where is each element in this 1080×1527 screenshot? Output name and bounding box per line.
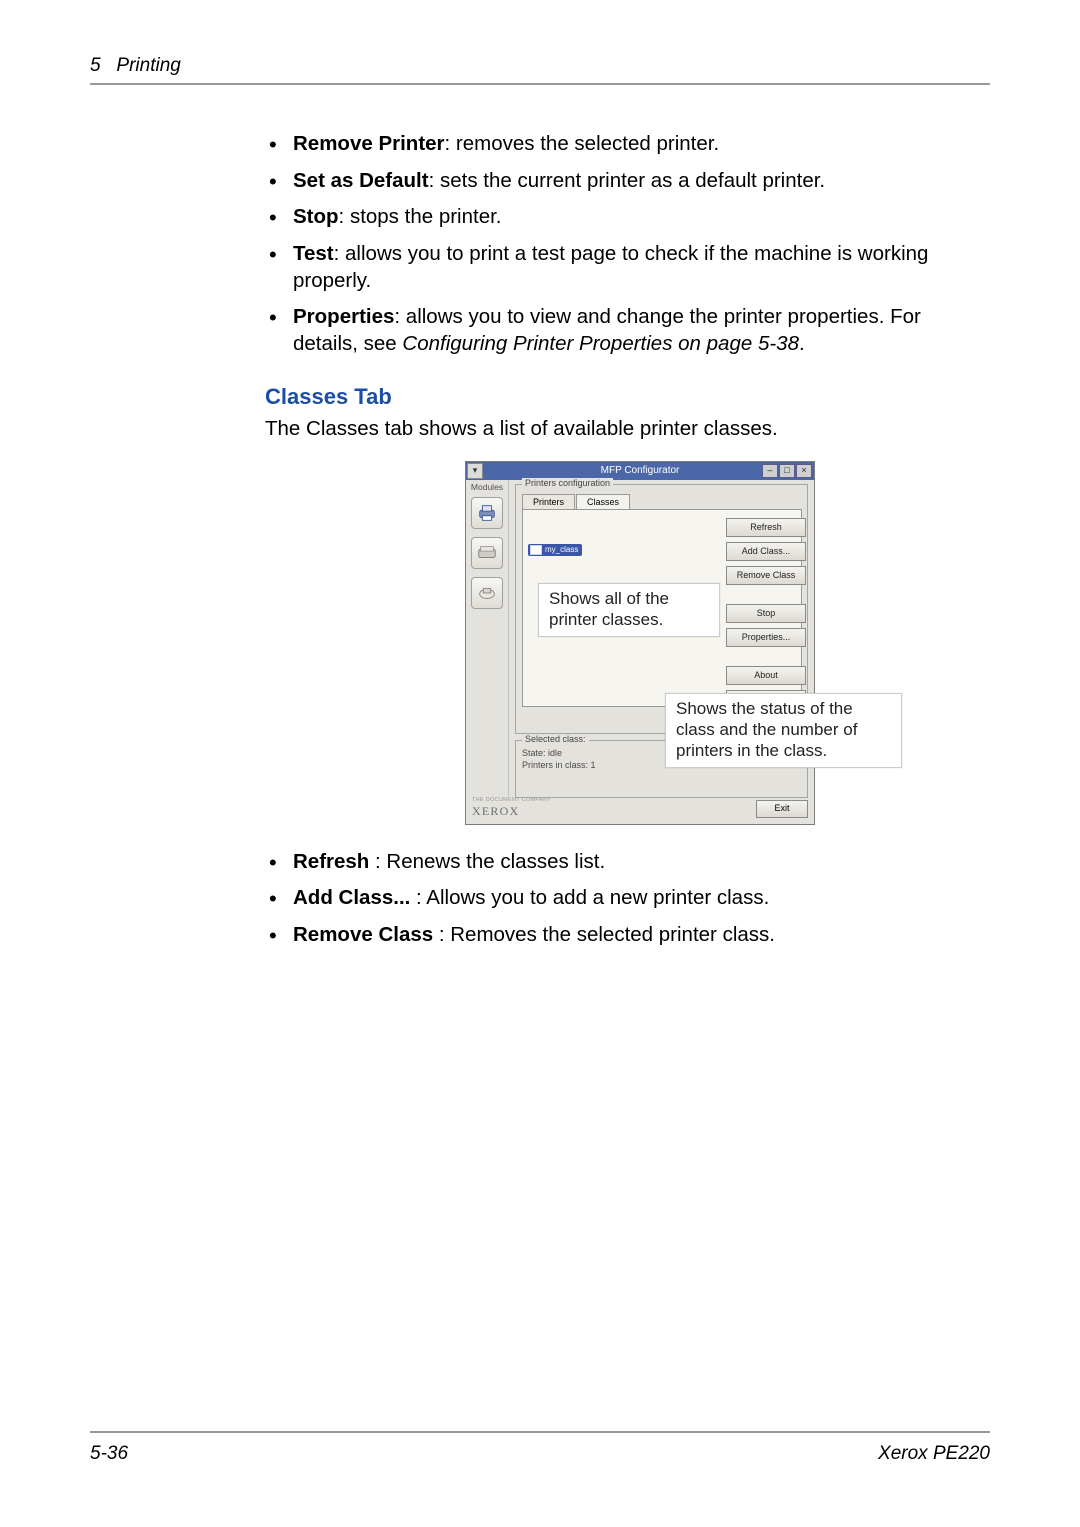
bullet-remove-printer: Remove Printer: removes the selected pri… xyxy=(293,131,990,158)
bullet-stop: Stop: stops the printer. xyxy=(293,204,990,231)
bullet-label: Add Class... xyxy=(293,886,416,909)
class-item-label: my_class xyxy=(545,545,578,555)
state-value: idle xyxy=(548,748,562,758)
stop-button[interactable]: Stop xyxy=(726,604,806,623)
bullet-text: : Removes the selected printer class. xyxy=(439,923,775,946)
page-header: 5 Printing xyxy=(90,55,990,85)
bullet-text: : allows you to print a test page to che… xyxy=(293,242,928,292)
chapter-number: 5 xyxy=(90,55,101,76)
footer-page-number: 5-36 xyxy=(90,1443,128,1465)
module-ports-icon[interactable] xyxy=(471,577,503,609)
modules-sidebar: Modules xyxy=(466,480,509,796)
page-content: Remove Printer: removes the selected pri… xyxy=(265,131,990,949)
bullet-label: Test xyxy=(293,242,334,265)
count-value: 1 xyxy=(591,760,596,770)
window-controls: – □ × xyxy=(762,464,812,478)
tab-printers[interactable]: Printers xyxy=(522,494,575,510)
bullet-refresh: Refresh : Renews the classes list. xyxy=(293,849,990,876)
bullet-properties: Properties: allows you to view and chang… xyxy=(293,304,990,357)
page-footer: 5-36 Xerox PE220 xyxy=(90,1431,990,1465)
refresh-button[interactable]: Refresh xyxy=(726,518,806,537)
window-title: MFP Configurator xyxy=(601,465,680,476)
bullet-label: Stop xyxy=(293,205,339,228)
tab-classes[interactable]: Classes xyxy=(576,494,630,510)
window-close-icon[interactable]: × xyxy=(796,464,812,478)
cross-ref: Configuring Printer Properties on page 5… xyxy=(402,332,799,355)
bullet-label: Refresh xyxy=(293,850,375,873)
class-list-item[interactable]: my_class xyxy=(528,544,582,556)
chapter-title: Printing xyxy=(116,55,180,76)
module-printers-icon[interactable] xyxy=(471,497,503,529)
bullet-text: : Allows you to add a new printer class. xyxy=(416,886,769,909)
configurator-figure: ▾ MFP Configurator – □ × Modules xyxy=(465,461,897,825)
mfp-configurator-window: ▾ MFP Configurator – □ × Modules xyxy=(465,461,815,825)
footer-product: Xerox PE220 xyxy=(878,1443,990,1465)
bullet-label: Remove Printer xyxy=(293,132,445,155)
right-button-column: Refresh Add Class... Remove Class Stop P… xyxy=(726,518,806,714)
brand-logo: XEROX xyxy=(472,804,551,820)
top-bullet-list: Remove Printer: removes the selected pri… xyxy=(265,131,990,357)
printer-glyph-icon xyxy=(530,545,542,555)
about-button[interactable]: About xyxy=(726,666,806,685)
bullet-set-as-default: Set as Default: sets the current printer… xyxy=(293,168,990,195)
brand-tagline: THE DOCUMENT COMPANY xyxy=(472,797,551,804)
section-intro: The Classes tab shows a list of availabl… xyxy=(265,416,990,443)
document-page: 5 Printing Remove Printer: removes the s… xyxy=(0,0,1080,1527)
bullet-label: Set as Default xyxy=(293,169,429,192)
group-legend: Printers configuration xyxy=(522,478,613,490)
modules-label: Modules xyxy=(466,482,508,493)
window-maximize-icon[interactable]: □ xyxy=(779,464,795,478)
window-menu-icon[interactable]: ▾ xyxy=(467,463,483,479)
bullet-remove-class: Remove Class : Removes the selected prin… xyxy=(293,922,990,949)
bullet-text: : Renews the classes list. xyxy=(375,850,605,873)
selected-class-legend: Selected class: xyxy=(522,734,589,746)
exit-button[interactable]: Exit xyxy=(756,800,808,818)
module-scanners-icon[interactable] xyxy=(471,537,503,569)
window-titlebar: ▾ MFP Configurator – □ × xyxy=(466,462,814,480)
bullet-text: : stops the printer. xyxy=(339,205,502,228)
bullet-text: : sets the current printer as a default … xyxy=(429,169,826,192)
bullet-after-ref: . xyxy=(799,332,805,355)
config-tabs: Printers Classes xyxy=(522,493,802,509)
window-minimize-icon[interactable]: – xyxy=(762,464,778,478)
bullet-text: : removes the selected printer. xyxy=(445,132,720,155)
count-label: Printers in class: xyxy=(522,760,588,770)
brand-block: THE DOCUMENT COMPANY XEROX xyxy=(472,797,551,820)
add-class-button[interactable]: Add Class... xyxy=(726,542,806,561)
state-label: State: xyxy=(522,748,546,758)
section-heading-classes-tab: Classes Tab xyxy=(265,383,990,412)
window-bottom-bar: THE DOCUMENT COMPANY XEROX Exit xyxy=(466,796,814,824)
properties-button[interactable]: Properties... xyxy=(726,628,806,647)
bullet-label: Properties xyxy=(293,305,394,328)
remove-class-button[interactable]: Remove Class xyxy=(726,566,806,585)
callout-class-status: Shows the status of the class and the nu… xyxy=(665,693,902,769)
bottom-bullet-list: Refresh : Renews the classes list. Add C… xyxy=(265,849,990,949)
bullet-add-class: Add Class... : Allows you to add a new p… xyxy=(293,885,990,912)
bullet-test: Test: allows you to print a test page to… xyxy=(293,241,990,294)
callout-classes-list: Shows all of the printer classes. xyxy=(538,583,720,638)
bullet-label: Remove Class xyxy=(293,923,439,946)
